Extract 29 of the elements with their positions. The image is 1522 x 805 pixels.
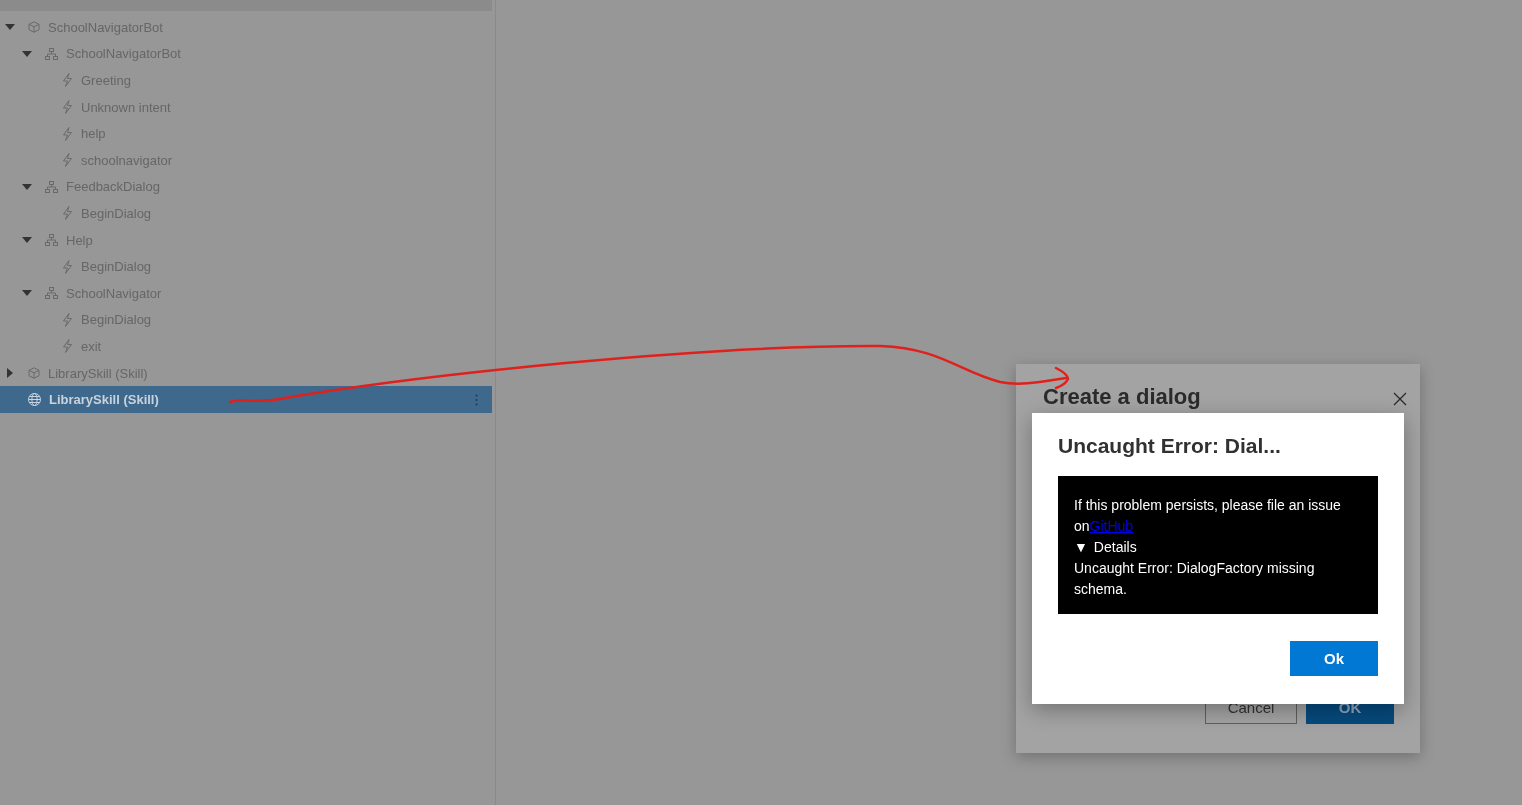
lightning-icon	[62, 153, 73, 168]
hierarchy-icon	[45, 47, 58, 60]
cube-icon	[28, 367, 40, 379]
caret-icon[interactable]	[5, 368, 15, 378]
error-title: Uncaught Error: Dial...	[1058, 434, 1282, 458]
hierarchy-icon	[45, 234, 58, 247]
close-icon[interactable]	[1393, 392, 1407, 406]
error-message: If this problem persists, please file an issue onGitHub	[1074, 496, 1342, 536]
caret-icon[interactable]	[22, 48, 32, 59]
lightning-icon	[62, 100, 73, 115]
error-details: Uncaught Error: DialogFactory missing schema.	[1074, 559, 1316, 599]
details-label[interactable]: Details	[1093, 537, 1137, 558]
lightning-icon	[62, 259, 73, 274]
dialog-title: Create a dialog	[1043, 384, 1201, 410]
lightning-icon	[62, 73, 73, 88]
ok-button[interactable]: Ok	[1290, 641, 1378, 676]
details-toggle-icon[interactable]: ▼	[1074, 537, 1088, 558]
tree-item-label: LibrarySkill (Skill)	[49, 392, 159, 408]
lightning-icon	[62, 339, 73, 354]
lightning-icon	[62, 206, 73, 221]
tree-item[interactable]: LibrarySkill (Skill)	[0, 386, 492, 413]
lightning-icon	[62, 126, 73, 141]
globe-icon	[28, 393, 41, 407]
github-link[interactable]: GitHub	[1089, 518, 1134, 534]
hierarchy-icon	[45, 287, 58, 300]
caret-icon[interactable]	[22, 181, 32, 192]
lightning-icon	[62, 312, 73, 327]
hierarchy-icon	[45, 180, 58, 193]
cube-icon	[28, 21, 40, 34]
